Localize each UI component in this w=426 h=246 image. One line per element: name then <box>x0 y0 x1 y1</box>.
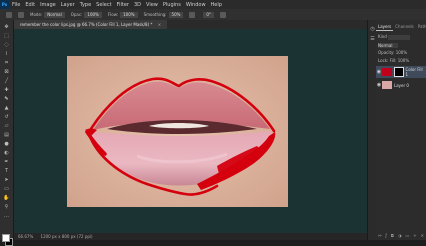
mode-label: Mode: <box>30 12 43 17</box>
layer-row-color-fill[interactable]: ◉ Color Fill 1 <box>376 66 426 78</box>
canvas-workspace[interactable] <box>14 29 375 233</box>
shape-tool-icon[interactable]: ▭ <box>3 186 10 192</box>
flow-label: Flow: <box>107 12 119 17</box>
opacity-row: Opacity: 100% <box>378 50 424 56</box>
more-tools-icon[interactable]: … <box>3 213 10 219</box>
document-info: 1200 px x 800 px (72 ppi) <box>40 234 93 239</box>
link-icon[interactable]: ⚯ <box>378 232 381 239</box>
layer-name: Layer 0 <box>394 82 409 88</box>
stamp-tool-icon[interactable]: ▲ <box>3 105 10 111</box>
menu-view[interactable]: View <box>146 2 158 8</box>
menu-edit[interactable]: Edit <box>25 2 35 8</box>
collapsed-panel-strip: ◷ ☰ <box>367 20 376 240</box>
move-tool-icon[interactable]: ✥ <box>3 24 10 30</box>
layer-opacity-field[interactable]: Opacity: 100% <box>378 50 407 55</box>
blend-mode-select[interactable]: Normal <box>378 42 398 48</box>
menu-filter[interactable]: Filter <box>117 2 129 8</box>
panel-tabs: Layers Channels Paths <box>376 23 426 31</box>
foreground-color-swatch[interactable] <box>2 234 10 242</box>
mode-select[interactable]: Normal <box>44 11 65 18</box>
quick-select-tool-icon[interactable]: ⌇ <box>3 51 10 57</box>
tab-paths[interactable]: Paths <box>416 23 426 31</box>
document-tab[interactable]: remember the color lips.jpg @ 66.7% (Col… <box>14 20 168 29</box>
smoothing-field[interactable]: 50% <box>168 11 184 18</box>
opacity-label: Opac: <box>70 12 83 17</box>
opacity-control[interactable]: Opac: 100% <box>70 11 102 18</box>
frame-tool-icon[interactable]: ⊠ <box>3 69 10 75</box>
photoshop-logo[interactable]: Ps <box>0 0 9 9</box>
layers-panel: Layers Channels Paths Kind Normal Opacit… <box>376 20 426 240</box>
settings-gear-icon[interactable] <box>189 11 196 18</box>
tab-layers[interactable]: Layers <box>376 23 394 31</box>
toolbox: ✥ ⬚ ◌ ⌇ ⌗ ⊠ ╱ ✚ ✎ ▲ ↺ ▱ ▤ ● ◐ ✒ T ➤ ▭ ✋ … <box>0 20 14 246</box>
lock-label: Lock: <box>378 58 389 63</box>
mask-icon[interactable]: ◘ <box>391 232 394 239</box>
layer-row-layer-0[interactable]: ◉ Layer 0 <box>376 79 426 91</box>
menu-bar: Ps File Edit Image Layer Type Select Fil… <box>0 0 426 9</box>
menu-3d[interactable]: 3D <box>134 2 141 8</box>
options-bar: Mode: Normal Opac: 100% Flow: 100% Smoot… <box>0 9 426 20</box>
history-brush-tool-icon[interactable]: ↺ <box>3 114 10 120</box>
adjustment-icon[interactable]: ◑ <box>398 232 402 239</box>
healing-tool-icon[interactable]: ✚ <box>3 87 10 93</box>
menu-select[interactable]: Select <box>96 2 111 8</box>
fx-icon[interactable]: ƒ <box>385 232 386 239</box>
color-fill-thumbnail <box>381 68 392 76</box>
filter-row: Kind <box>378 34 424 40</box>
folder-icon[interactable]: ▭ <box>405 232 409 239</box>
type-tool-icon[interactable]: T <box>3 168 10 174</box>
history-panel-icon[interactable]: ◷ <box>369 26 376 32</box>
pen-tool-icon[interactable]: ✒ <box>3 159 10 165</box>
mode-control[interactable]: Mode: Normal <box>30 11 65 18</box>
crop-tool-icon[interactable]: ⌗ <box>3 60 10 66</box>
kind-label: Kind <box>378 34 387 39</box>
lips-photo <box>67 56 288 207</box>
smoothing-control[interactable]: Smoothing: 50% <box>143 11 184 18</box>
eraser-tool-icon[interactable]: ▱ <box>3 123 10 129</box>
path-select-tool-icon[interactable]: ➤ <box>3 177 10 183</box>
home-icon[interactable] <box>6 11 12 18</box>
dodge-tool-icon[interactable]: ◐ <box>3 150 10 156</box>
layer-mask-thumbnail[interactable] <box>393 67 404 77</box>
zoom-level[interactable]: 66.67% <box>18 234 33 239</box>
menu-help[interactable]: Help <box>211 2 222 8</box>
tab-channels[interactable]: Channels <box>393 23 416 31</box>
new-layer-icon[interactable]: + <box>413 232 416 239</box>
document-tab-bar: remember the color lips.jpg @ 66.7% (Col… <box>14 20 367 29</box>
lasso-tool-icon[interactable]: ◌ <box>3 42 10 48</box>
eyedropper-tool-icon[interactable]: ╱ <box>3 78 10 84</box>
flow-field[interactable]: 100% <box>120 11 138 18</box>
document-title: remember the color lips.jpg @ 66.7% (Col… <box>20 22 153 27</box>
gradient-tool-icon[interactable]: ▤ <box>3 132 10 138</box>
zoom-tool-icon[interactable]: ⚲ <box>3 204 10 210</box>
fill-field[interactable]: Fill: 100% <box>390 58 409 63</box>
brush-preset-icon[interactable] <box>18 11 24 18</box>
lock-row: Lock: Fill: 100% <box>378 58 424 64</box>
menu-type[interactable]: Type <box>80 2 91 8</box>
blend-row: Normal <box>378 42 424 48</box>
menu-image[interactable]: Image <box>40 2 56 8</box>
menu-file[interactable]: File <box>12 2 20 8</box>
properties-panel-icon[interactable]: ☰ <box>369 36 376 42</box>
menu-window[interactable]: Window <box>186 2 206 8</box>
opacity-field[interactable]: 100% <box>84 11 102 18</box>
smoothing-label: Smoothing: <box>143 12 167 17</box>
menu-layer[interactable]: Layer <box>61 2 75 8</box>
close-tab-icon[interactable]: × <box>158 22 161 27</box>
pressure-icon[interactable] <box>219 11 226 18</box>
layer-thumbnail <box>382 81 392 89</box>
trash-icon[interactable]: ✕ <box>421 232 424 239</box>
blur-tool-icon[interactable]: ● <box>3 141 10 147</box>
panel-bottom-icons: ⚯ ƒ ◘ ◑ ▭ + ✕ <box>376 232 426 239</box>
brush-tool-icon[interactable]: ✎ <box>3 96 10 102</box>
layer-name: Color Fill 1 <box>405 67 423 77</box>
document-canvas[interactable] <box>67 56 288 207</box>
angle-field[interactable]: 0° <box>203 11 214 18</box>
marquee-tool-icon[interactable]: ⬚ <box>3 33 10 39</box>
kind-filter-select[interactable] <box>388 34 411 40</box>
menu-plugins[interactable]: Plugins <box>163 2 181 8</box>
flow-control[interactable]: Flow: 100% <box>107 11 138 18</box>
status-bar: 66.67% 1200 px x 800 px (72 ppi) <box>14 233 367 240</box>
hand-tool-icon[interactable]: ✋ <box>3 195 10 201</box>
